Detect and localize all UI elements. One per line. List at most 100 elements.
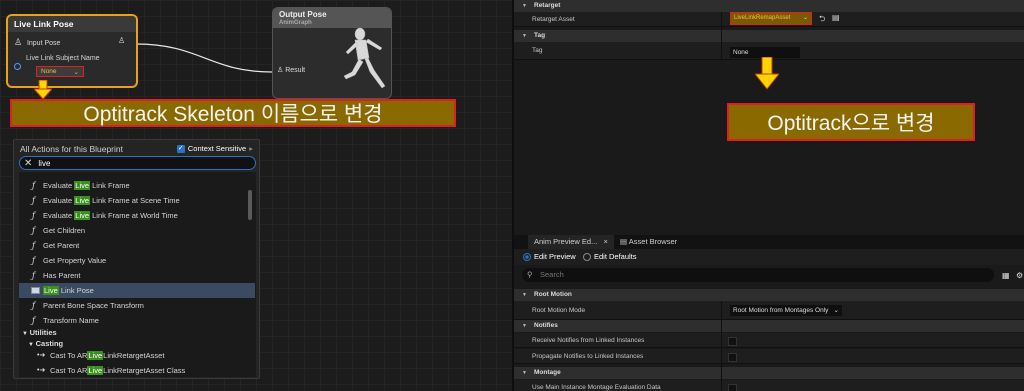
subject-name-value: None [41, 68, 57, 75]
action-item[interactable]: ƒ Parent Bone Space Transform [19, 298, 255, 313]
annotation-callout-left: Optitrack Skeleton 이름으로 변경 [10, 99, 456, 127]
search-icon: ⚲ [527, 270, 533, 279]
action-item[interactable]: ƒ Get Children [19, 223, 255, 238]
tag-label: Tag [532, 47, 543, 54]
receive-notifies-row: Receive Notifies from Linked Instances [514, 333, 1024, 348]
clear-search-icon[interactable]: ✕ [24, 158, 32, 169]
folder-icon[interactable]: ▤ [832, 13, 840, 22]
action-item[interactable]: ƒ Evaluate Live Link Frame at Scene Time [19, 193, 255, 208]
section-montage[interactable]: Montage [514, 367, 1024, 379]
expand-arrow-icon: ▼ [22, 331, 30, 337]
propagate-notifies-label: Propagate Notifies to Linked Instances [532, 353, 644, 360]
root-motion-mode-label: Root Motion Mode [532, 307, 586, 314]
column-divider[interactable] [721, 12, 722, 60]
function-icon: ƒ [32, 211, 35, 220]
function-icon: ƒ [32, 316, 35, 325]
retarget-asset-combo[interactable]: LiveLinkRemapAsset ⌄ [730, 12, 812, 25]
actions-menu-title: All Actions for this Blueprint [20, 144, 123, 154]
function-icon: ƒ [32, 301, 35, 310]
bottom-tab-bar: Anim Preview Ed... × ▤ Asset Browser [514, 235, 1024, 249]
edit-defaults-radio[interactable] [583, 253, 591, 261]
action-item[interactable]: ƒ Transform Name [19, 313, 255, 328]
column-divider[interactable] [721, 301, 722, 391]
function-icon: ƒ [32, 271, 35, 280]
retarget-asset-value: LiveLinkRemapAsset [734, 15, 791, 21]
action-item-selected[interactable]: Live Link Pose [19, 283, 255, 298]
pose-pin-icon[interactable]: ♙ [277, 67, 283, 74]
montage-eval-row: Use Main Instance Montage Evaluation Dat… [514, 380, 1024, 391]
details-search-input[interactable]: ⚲ Search [522, 268, 994, 282]
tab-anim-preview[interactable]: Anim Preview Ed... × [528, 235, 614, 249]
output-pose-pin-icon[interactable]: ♙ [118, 36, 125, 45]
anim-node-icon [31, 287, 40, 294]
propagate-notifies-checkbox[interactable] [728, 353, 737, 362]
pose-pin-icon[interactable]: ♙ [14, 38, 22, 47]
result-label: Result [285, 67, 306, 74]
result-pin: ♙ Result [277, 66, 305, 74]
action-item[interactable]: ƒ Has Parent [19, 268, 255, 283]
actions-list[interactable]: ƒ Evaluate Live Link Frame ƒ Evaluate Li… [19, 172, 256, 377]
chevron-down-icon: ⌄ [833, 307, 839, 314]
context-sensitive-toggle[interactable]: ✓ Context Sensitive ▸ [176, 144, 253, 153]
chevron-right-icon: ▸ [249, 144, 253, 153]
function-icon: ƒ [32, 181, 35, 190]
checkbox-checked-icon[interactable]: ✓ [176, 144, 185, 153]
mannequin-icon [343, 27, 386, 89]
receive-notifies-checkbox[interactable] [728, 337, 737, 346]
category-utilities[interactable]: ▼ Utilities [22, 328, 57, 337]
section-tag[interactable]: Tag [514, 30, 1024, 42]
live-link-pose-node[interactable]: Live Link Pose ♙ Input Pose ♙ Live Link … [6, 14, 138, 88]
edit-preview-label: Edit Preview [534, 252, 576, 261]
actions-search-value: live [38, 158, 51, 168]
folder-icon: ▤ [620, 237, 629, 246]
action-item[interactable]: ƒ Evaluate Live Link Frame [19, 178, 255, 193]
cast-action-item[interactable]: •➜ Cast To ARLiveLinkRetargetAsset [19, 348, 255, 363]
root-motion-mode-value: Root Motion from Montages Only [733, 307, 829, 314]
function-icon: ƒ [32, 196, 35, 205]
output-pose-title: Output Pose [279, 10, 327, 19]
receive-notifies-label: Receive Notifies from Linked Instances [532, 337, 645, 344]
preview-mode-row: Edit Preview Edit Defaults [514, 249, 1024, 265]
section-root-motion[interactable]: Root Motion [514, 289, 1024, 301]
section-retarget[interactable]: Retarget [514, 0, 1024, 12]
subject-name-pin[interactable] [14, 63, 21, 70]
context-sensitive-label: Context Sensitive [187, 144, 247, 153]
chevron-down-icon: ⌄ [73, 69, 79, 76]
subject-name-label: Live Link Subject Name [26, 55, 100, 62]
output-pose-header: Output Pose AnimGraph [273, 8, 391, 28]
function-icon: ƒ [32, 256, 35, 265]
subject-name-combo[interactable]: None ⌄ [36, 66, 84, 77]
down-arrow-icon [755, 57, 779, 90]
section-notifies[interactable]: Notifies [514, 320, 1024, 332]
all-actions-menu[interactable]: All Actions for this Blueprint ✓ Context… [13, 139, 260, 379]
retarget-asset-label: Retarget Asset [532, 16, 575, 23]
anim-graph-canvas[interactable]: Live Link Pose ♙ Input Pose ♙ Live Link … [0, 0, 512, 391]
function-icon: ƒ [32, 226, 35, 235]
propagate-notifies-row: Propagate Notifies to Linked Instances [514, 349, 1024, 364]
edit-preview-radio[interactable] [523, 253, 531, 261]
live-link-pose-title: Live Link Pose [8, 16, 136, 32]
edit-defaults-label: Edit Defaults [594, 252, 637, 261]
action-item[interactable]: ƒ Get Property Value [19, 253, 255, 268]
chevron-down-icon: ⌄ [802, 15, 808, 21]
details-panel: Retarget Retarget Asset LiveLinkRemapAss… [512, 0, 1024, 391]
montage-eval-label: Use Main Instance Montage Evaluation Dat… [532, 384, 661, 391]
annotation-callout-right: Optitrack으로 변경 [727, 103, 975, 141]
action-item[interactable]: ƒ Get Parent [19, 238, 255, 253]
close-icon[interactable]: × [603, 237, 607, 246]
cast-icon: •➜ [37, 367, 46, 374]
cast-action-item[interactable]: •➜ Cast To ARLiveLinkRetargetAsset Class [19, 363, 255, 377]
category-casting[interactable]: ▼ Casting [28, 339, 63, 348]
root-motion-mode-combo[interactable]: Root Motion from Montages Only ⌄ [730, 305, 842, 316]
montage-eval-checkbox[interactable] [728, 384, 737, 391]
table-view-icon[interactable]: ▦ [1002, 271, 1010, 280]
down-arrow-icon [34, 80, 52, 100]
function-icon: ƒ [32, 241, 35, 250]
browse-arrow-icon[interactable]: ⮌ [819, 13, 825, 27]
action-item[interactable]: ƒ Evaluate Live Link Frame at World Time [19, 208, 255, 223]
gear-icon[interactable]: ⚙ [1016, 271, 1023, 280]
actions-search-input[interactable]: ✕ live [19, 156, 256, 170]
input-pose-label: Input Pose [26, 40, 61, 47]
tab-asset-browser[interactable]: ▤ Asset Browser [614, 235, 683, 249]
cast-icon: •➜ [37, 352, 46, 359]
